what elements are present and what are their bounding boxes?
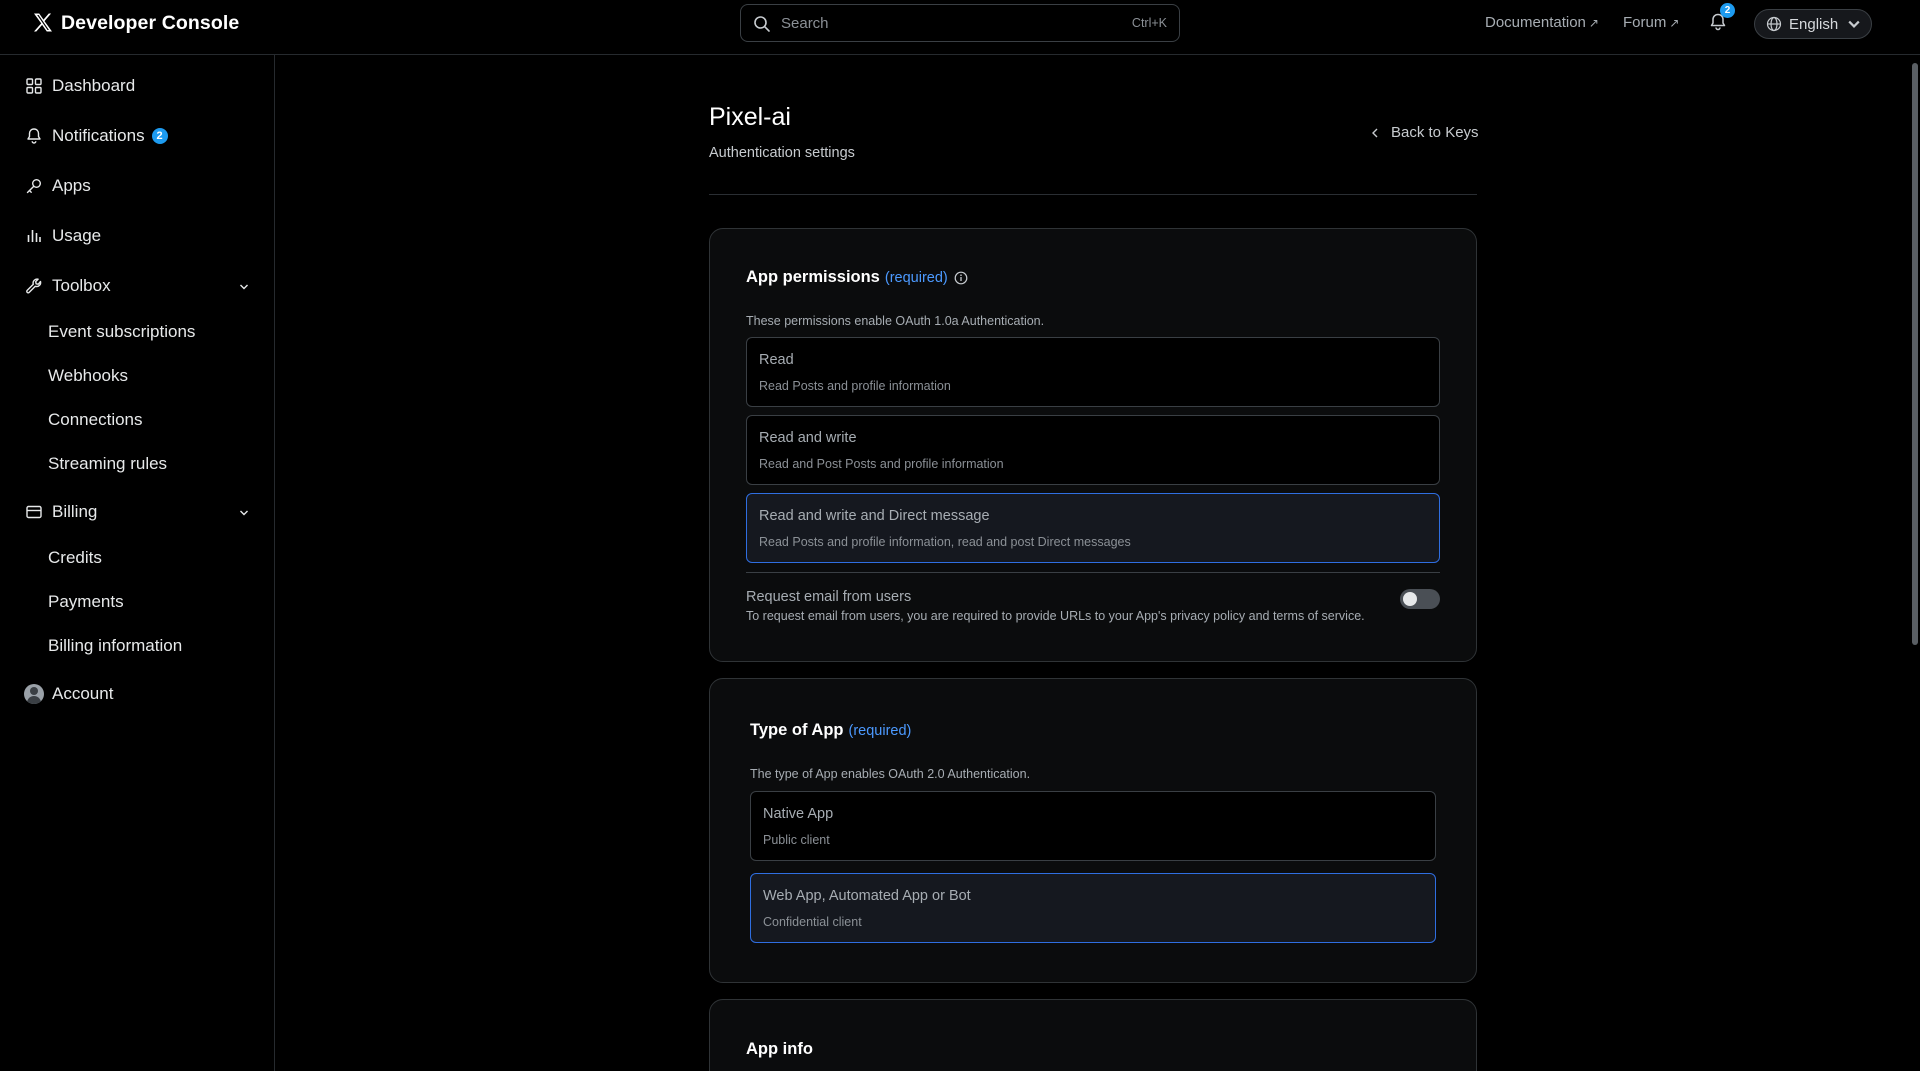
credit-card-icon [24, 502, 44, 522]
chevron-down-icon [240, 284, 248, 290]
sidebar-item-streaming-rules[interactable]: Streaming rules [48, 454, 167, 474]
sidebar-item-label: Usage [52, 226, 102, 245]
header-divider [709, 194, 1477, 195]
sidebar-item-event-subscriptions[interactable]: Event subscriptions [48, 322, 195, 342]
option-description: Public client [763, 833, 830, 847]
search-shortcut-hint: Ctrl+K [1131, 16, 1167, 30]
back-to-keys-link[interactable]: Back to Keys [1369, 124, 1479, 141]
option-description: Confidential client [763, 915, 862, 929]
page-title: Pixel-ai [709, 103, 791, 131]
option-description: Read Posts and profile information, read… [759, 535, 1131, 549]
sidebar-item-payments[interactable]: Payments [48, 592, 124, 612]
app-title: Developer Console [61, 11, 240, 34]
external-link-icon: ↗ [1588, 15, 1599, 30]
section-title: Type of App [750, 721, 844, 739]
option-title: Read and write and Direct message [759, 508, 990, 524]
bell-icon [24, 126, 44, 146]
app-type-option-native[interactable]: Native App Public client [750, 791, 1436, 861]
avatar-wrapper [24, 684, 44, 704]
wrench-icon [24, 276, 44, 296]
avatar-icon [24, 684, 44, 704]
option-title: Read and write [759, 430, 857, 446]
scrollbar-thumb[interactable] [1912, 63, 1918, 645]
sidebar-item-label: Billing [52, 502, 98, 521]
request-email-toggle[interactable] [1400, 589, 1440, 609]
sidebar-item-webhooks[interactable]: Webhooks [48, 366, 128, 386]
page-subtitle: Authentication settings [709, 145, 855, 161]
search-icon [753, 15, 771, 33]
info-icon[interactable] [954, 271, 968, 285]
chevron-left-icon [1372, 128, 1378, 137]
documentation-label: Documentation [1485, 14, 1586, 31]
request-email-label: Request email from users [746, 589, 912, 605]
brand[interactable]: Developer Console [31, 11, 239, 35]
forum-link[interactable]: Forum ↗ [1623, 14, 1679, 31]
app-permissions-title: App permissions (required) [746, 268, 968, 287]
app-info-title: App info [746, 1040, 813, 1059]
option-title: Web App, Automated App or Bot [763, 888, 971, 904]
sidebar-item-toolbox[interactable]: Toolbox [24, 272, 250, 300]
notifications-count-badge: 2 [151, 128, 168, 144]
type-of-app-title: Type of App (required) [750, 721, 911, 740]
page-scrollbar[interactable] [1910, 55, 1920, 1071]
chevron-down-icon [240, 510, 248, 516]
sidebar-item-credits[interactable]: Credits [48, 548, 102, 568]
top-bar: Developer Console Ctrl+K Documentation ↗… [0, 0, 1920, 55]
type-of-app-card: Type of App (required) The type of App e… [709, 678, 1477, 983]
sidebar-item-account[interactable]: Account [24, 680, 250, 708]
sidebar-item-dashboard[interactable]: Dashboard [24, 72, 250, 100]
bar-chart-icon [24, 226, 44, 246]
app-permissions-description: These permissions enable OAuth 1.0a Auth… [746, 314, 1045, 328]
card-divider [746, 572, 1440, 573]
section-title: App info [746, 1040, 813, 1058]
option-description: Read and Post Posts and profile informat… [759, 457, 1004, 471]
option-title: Read [759, 352, 794, 368]
sidebar-item-apps[interactable]: Apps [24, 172, 250, 200]
option-description: Read Posts and profile information [759, 379, 951, 393]
app-type-option-web-app[interactable]: Web App, Automated App or Bot Confidenti… [750, 873, 1436, 943]
notification-count-badge: 2 [1720, 3, 1735, 18]
search-box[interactable]: Ctrl+K [740, 4, 1180, 42]
chevron-down-icon [1848, 20, 1860, 28]
sidebar-item-notifications[interactable]: Notifications 2 [24, 122, 250, 150]
forum-label: Forum [1623, 14, 1667, 31]
required-label: (required) [884, 269, 948, 286]
required-label: (required) [848, 722, 912, 739]
permission-option-read[interactable]: Read Read Posts and profile information [746, 337, 1440, 407]
sidebar-item-billing-information[interactable]: Billing information [48, 636, 182, 656]
sidebar-item-label: Notifications [52, 126, 145, 145]
sidebar-item-label: Apps [52, 176, 91, 195]
request-email-description: To request email from users, you are req… [746, 609, 1365, 623]
sidebar-item-label: Dashboard [52, 76, 136, 95]
option-title: Native App [763, 806, 834, 822]
sidebar-item-connections[interactable]: Connections [48, 410, 143, 430]
type-of-app-description: The type of App enables OAuth 2.0 Authen… [750, 767, 1031, 781]
language-selector[interactable]: English [1754, 9, 1872, 39]
dashboard-grid-icon [24, 76, 44, 96]
sidebar-item-usage[interactable]: Usage [24, 222, 250, 250]
app-permissions-card: App permissions (required) These permiss… [709, 228, 1477, 662]
sidebar-item-label: Account [52, 684, 114, 703]
section-title: App permissions [746, 268, 880, 286]
external-link-icon: ↗ [1669, 15, 1680, 30]
search-input[interactable] [781, 5, 1101, 41]
sidebar-item-label: Toolbox [52, 276, 111, 295]
permission-option-read-write[interactable]: Read and write Read and Post Posts and p… [746, 415, 1440, 485]
documentation-link[interactable]: Documentation ↗ [1485, 14, 1599, 31]
app-info-card: App info [709, 999, 1477, 1071]
sidebar-item-billing[interactable]: Billing [24, 498, 250, 526]
x-logo-icon [31, 11, 55, 35]
globe-icon [1766, 16, 1782, 32]
permission-option-read-write-dm[interactable]: Read and write and Direct message Read P… [746, 493, 1440, 563]
key-icon [24, 176, 44, 196]
sidebar: Dashboard Notifications 2 Apps Usage Too… [0, 55, 275, 1071]
language-label: English [1789, 15, 1839, 33]
back-to-keys-label: Back to Keys [1391, 124, 1479, 141]
